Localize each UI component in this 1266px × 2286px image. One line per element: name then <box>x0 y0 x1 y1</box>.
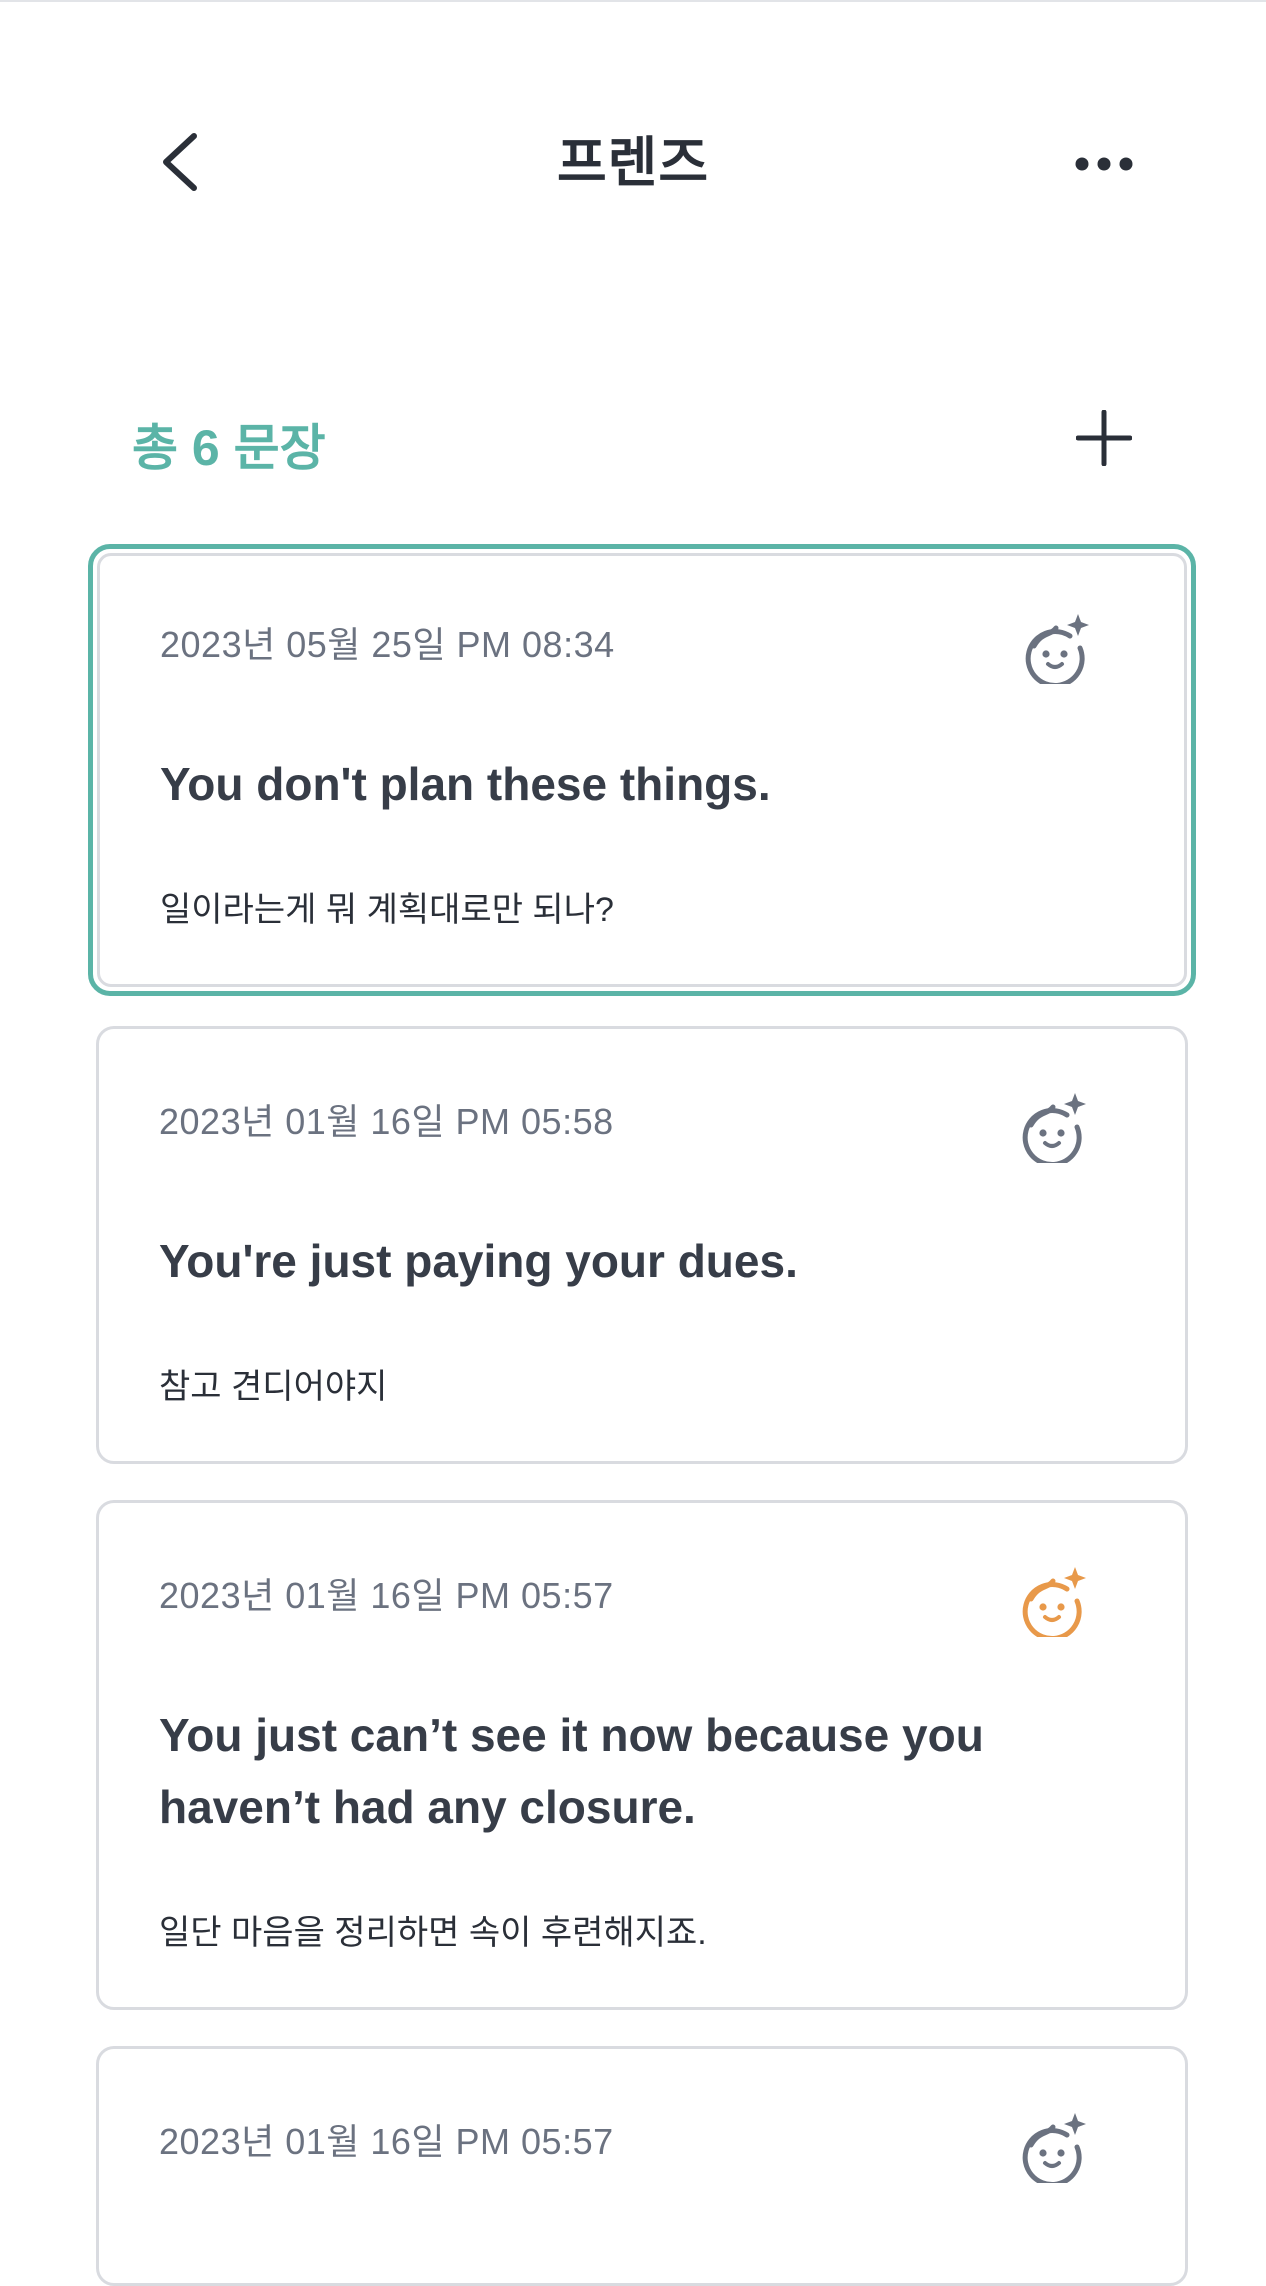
card-date: 2023년 01월 16일 PM 05:58 <box>159 1101 614 1142</box>
more-horizontal-icon <box>1075 157 1133 171</box>
sentence-card[interactable]: 2023년 01월 16일 PM 05:57 You just can’t se… <box>96 1500 1188 2010</box>
card-date: 2023년 05월 25일 PM 08:34 <box>160 624 615 665</box>
more-options-button[interactable] <box>1066 134 1142 194</box>
add-sentence-button[interactable] <box>1066 400 1142 476</box>
card-sentence: You don't plan these things. <box>160 758 771 810</box>
face-sparkle-icon[interactable] <box>1017 2111 1089 2183</box>
plus-icon <box>1076 410 1132 466</box>
card-date: 2023년 01월 16일 PM 05:57 <box>159 2121 614 2162</box>
face-sparkle-icon[interactable] <box>1020 612 1092 684</box>
face-sparkle-icon[interactable] <box>1017 1565 1089 1637</box>
sentence-summary-row: 총 6 문장 <box>0 400 1266 480</box>
sentence-card[interactable]: 2023년 05월 25일 PM 08:34 You don't plan th… <box>88 544 1196 996</box>
back-button[interactable] <box>150 122 210 202</box>
face-sparkle-icon[interactable] <box>1017 1091 1089 1163</box>
card-sentence: You're just paying your dues. <box>159 1235 798 1287</box>
card-date: 2023년 01월 16일 PM 05:57 <box>159 1575 614 1616</box>
card-translation: 참고 견디어야지 <box>159 1368 388 1406</box>
card-sentence: You just can’t see it now because you ha… <box>159 1709 984 1833</box>
app-header: 프렌즈 <box>0 0 1266 320</box>
chevron-left-icon <box>163 133 197 191</box>
sentence-card[interactable]: 2023년 01월 16일 PM 05:58 You're just payin… <box>96 1026 1188 1464</box>
sentence-card[interactable]: 2023년 01월 16일 PM 05:57 <box>96 2046 1188 2286</box>
card-translation: 일이라는게 뭐 계획대로만 되나? <box>160 891 614 929</box>
card-translation: 일단 마음을 정리하면 속이 후련해지죠. <box>159 1914 707 1952</box>
sentence-count-label: 총 6 문장 <box>132 420 326 476</box>
